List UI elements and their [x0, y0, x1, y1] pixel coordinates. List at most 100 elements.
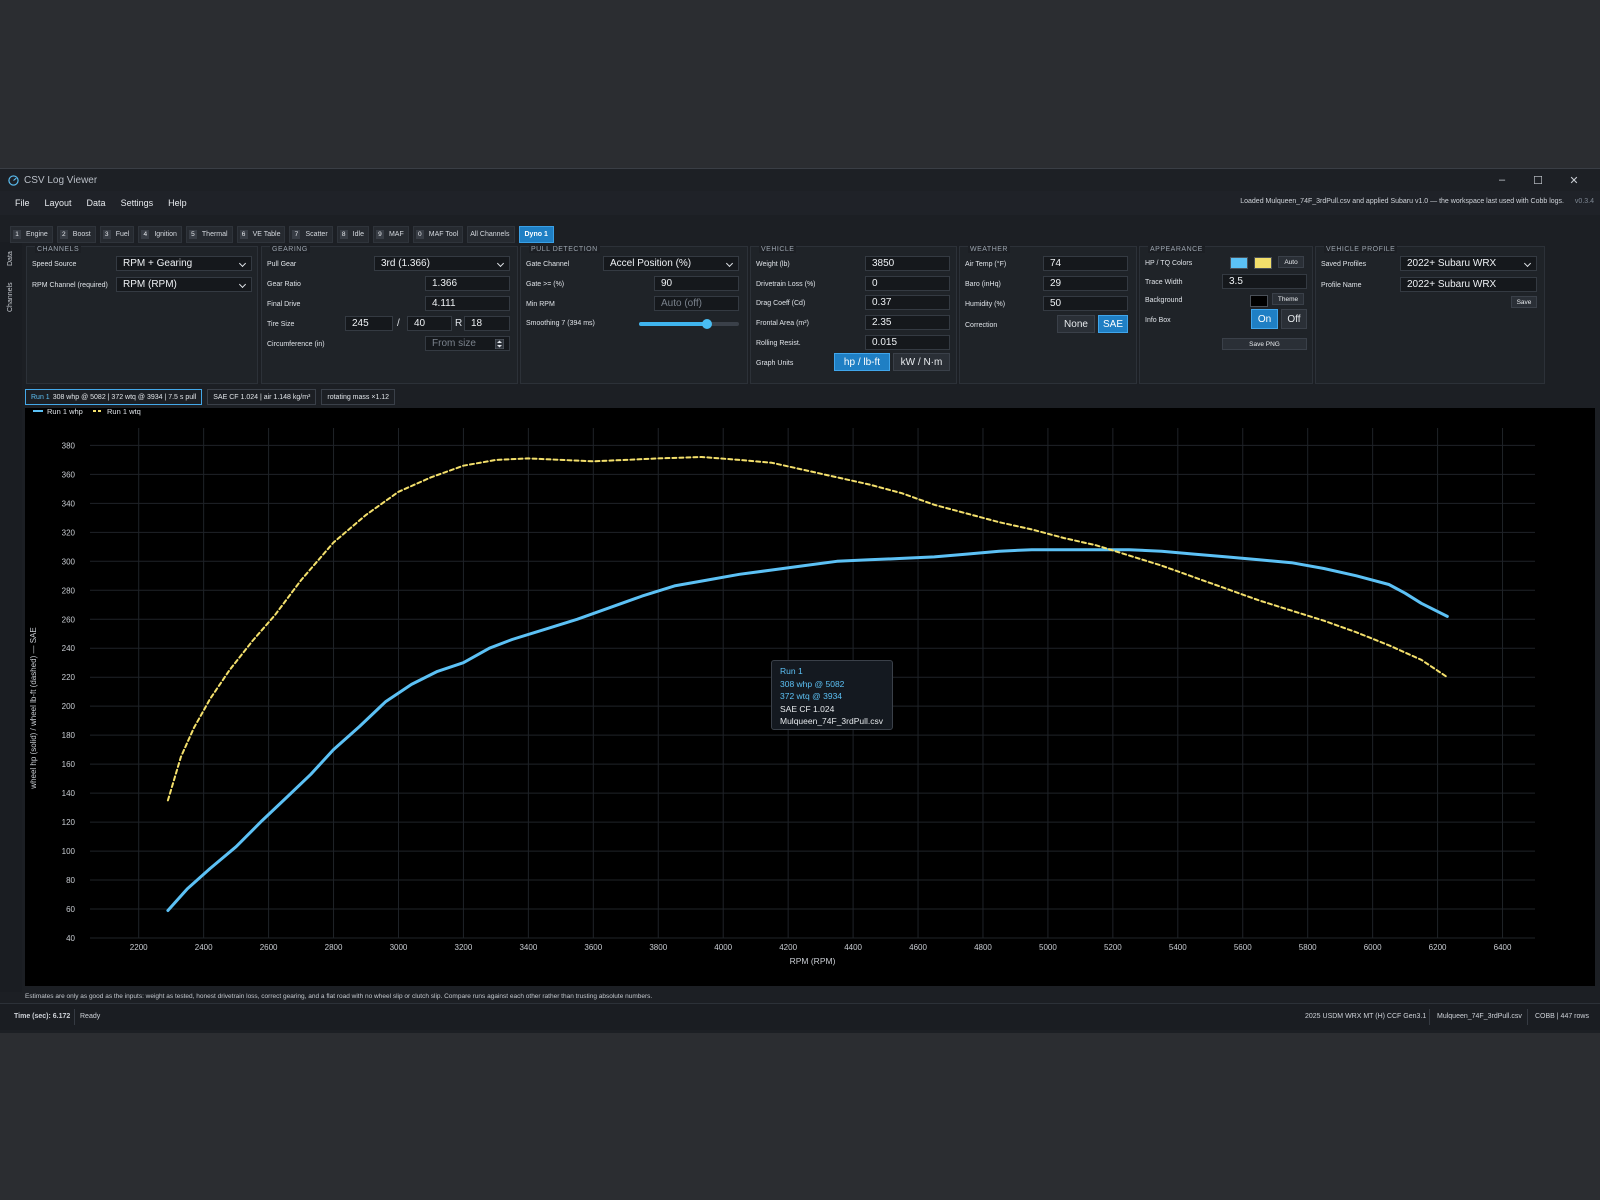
menu-data[interactable]: Data [87, 198, 106, 208]
status-file: Mulqueen_74F_3rdPull.csv [1437, 1013, 1522, 1020]
frontal-area-field[interactable]: 2.35 [865, 315, 950, 330]
rolling-resist-field[interactable]: 0.015 [865, 335, 950, 350]
rpm-channel-select[interactable]: RPM (RPM) [116, 277, 252, 292]
channels-title: CHANNELS [35, 246, 82, 253]
minimize-icon[interactable]: – [1484, 174, 1520, 186]
units-hp-button[interactable]: hp / lb-ft [834, 353, 890, 371]
tab-dyno-1[interactable]: Dyno 1 [518, 226, 554, 243]
profile-name-field[interactable]: 2022+ Subaru WRX [1400, 277, 1537, 292]
tab-ve-table[interactable]: 6 VE Table [236, 226, 286, 243]
menu-bar: File Layout Data Settings Help Loaded Mu… [0, 191, 1600, 215]
side-tab-channels[interactable]: Channels [7, 282, 14, 312]
units-kw-button[interactable]: kW / N·m [893, 353, 950, 371]
menu-layout[interactable]: Layout [45, 198, 72, 208]
x-tick-label: 5400 [1169, 943, 1187, 952]
x-tick-label: 4600 [909, 943, 927, 952]
final-drive-field[interactable]: 4.111 [425, 296, 510, 311]
run-chip[interactable]: Run 1 308 whp @ 5082 | 372 wtq @ 3934 | 7… [25, 389, 203, 405]
gate-channel-label: Gate Channel [526, 261, 570, 268]
tab-idle[interactable]: 8 Idle [336, 226, 369, 243]
save-png-button[interactable]: Save PNG [1222, 338, 1307, 350]
y-tick-label: 140 [62, 789, 76, 798]
spinner-icon[interactable] [495, 339, 504, 349]
x-tick-label: 2800 [325, 943, 343, 952]
gear-ratio-field[interactable]: 1.366 [425, 276, 510, 291]
tab-shortcut-key: 0 [415, 230, 424, 239]
min-rpm-label: Min RPM [526, 301, 555, 308]
rolling-resist-label: Rolling Resist. [756, 340, 801, 347]
baro-field[interactable]: 29 [1043, 276, 1128, 291]
humidity-field[interactable]: 50 [1043, 296, 1128, 311]
tab-label: Fuel [115, 231, 130, 238]
tire-width-field[interactable]: 245 [345, 316, 393, 331]
tire-aspect-field[interactable]: 40 [407, 316, 452, 331]
tab-ignition[interactable]: 4 Ignition [138, 226, 182, 243]
background-color-swatch[interactable] [1250, 295, 1268, 307]
smoothing-slider[interactable] [639, 319, 739, 329]
circumference-label: Circumference (in) [267, 341, 325, 348]
tab-thermal[interactable]: 5 Thermal [185, 226, 233, 243]
y-tick-label: 380 [62, 441, 76, 450]
tab-fuel[interactable]: 3 Fuel [99, 226, 135, 243]
air-temp-field[interactable]: 74 [1043, 256, 1128, 271]
min-rpm-field[interactable]: Auto (off) [654, 296, 739, 311]
tooltip-tq: 372 wtq @ 3934 [780, 691, 843, 701]
tq-color-swatch[interactable] [1254, 257, 1272, 269]
menu-help[interactable]: Help [168, 198, 187, 208]
auto-colors-button[interactable]: Auto [1278, 256, 1304, 268]
tooltip-hp: 308 whp @ 5082 [780, 678, 845, 689]
tab-boost[interactable]: 2 Boost [56, 226, 96, 243]
tab-maf-tool[interactable]: 0 MAF Tool [412, 226, 464, 243]
side-tab-strip: Data Channels [0, 242, 22, 992]
min-rpm-placeholder: Auto (off) [661, 298, 702, 309]
air-temp-label: Air Temp (°F) [965, 261, 1007, 268]
menu-settings[interactable]: Settings [121, 198, 154, 208]
tire-wheel-field[interactable]: 18 [464, 316, 510, 331]
saved-profiles-select[interactable]: 2022+ Subaru WRX [1400, 256, 1537, 271]
save-profile-button[interactable]: Save [1511, 296, 1537, 308]
smoothing-label: Smoothing 7 (394 ms) [526, 320, 595, 327]
maximize-icon[interactable]: ☐ [1520, 174, 1556, 187]
circumference-field[interactable]: From size [425, 336, 510, 351]
x-tick-label: 5000 [1039, 943, 1057, 952]
saved-profiles-value: 2022+ Subaru WRX [1407, 258, 1497, 269]
tab-engine[interactable]: 1 Engine [10, 226, 53, 243]
tab-shortcut-key: 7 [292, 230, 301, 239]
pull-gear-select[interactable]: 3rd (1.366) [374, 256, 510, 271]
drivetrain-loss-field[interactable]: 0 [865, 276, 950, 291]
dyno-chart[interactable]: 2200 2400 2600 2800 3000 3200 3400 3600 3800 4000… [25, 407, 1595, 986]
gearing-panel: GEARING Pull Gear 3rd (1.366) Gear Ratio… [261, 246, 518, 384]
y-tick-label: 200 [62, 702, 76, 711]
y-tick-label: 360 [62, 470, 76, 479]
hp-color-swatch[interactable] [1230, 257, 1248, 269]
correction-sae-button[interactable]: SAE [1098, 315, 1128, 333]
menu-file[interactable]: File [15, 198, 30, 208]
gate-label: Gate >= (%) [526, 281, 565, 288]
tab-label: MAF [388, 231, 404, 238]
trace-width-field[interactable]: 3.5 [1222, 274, 1307, 289]
header-status: Loaded Mulqueen_74F_3rdPull.csv and appl… [1240, 198, 1564, 205]
info-off-button[interactable]: Off [1281, 309, 1307, 329]
y-tick-label: 280 [62, 586, 76, 595]
speed-source-select[interactable]: RPM + Gearing [116, 256, 252, 271]
x-tick-label: 4400 [844, 943, 862, 952]
y-tick-label: 180 [62, 731, 76, 740]
baro-label: Baro (inHq) [965, 281, 1001, 288]
tab-scatter[interactable]: 7 Scatter [289, 226, 333, 243]
tab-bar: 1 Engine 2 Boost 3 Fuel 4 Ignition 5 Thermal 6 VE T… [10, 226, 554, 243]
weight-field[interactable]: 3850 [865, 256, 950, 271]
correction-none-button[interactable]: None [1057, 315, 1095, 333]
side-tab-data[interactable]: Data [7, 251, 14, 266]
tab-maf[interactable]: 9 MAF [372, 226, 409, 243]
theme-button[interactable]: Theme [1272, 293, 1304, 305]
close-icon[interactable]: ✕ [1556, 174, 1592, 187]
run-chip-summary: 308 whp @ 5082 | 372 wtq @ 3934 | 7.5 s … [52, 393, 197, 401]
smoothing-slider-thumb[interactable] [702, 319, 712, 329]
info-on-button[interactable]: On [1251, 309, 1278, 329]
y-tick-label: 100 [62, 847, 76, 856]
drag-coeff-field[interactable]: 0.37 [865, 295, 950, 310]
tab-all-channels[interactable]: All Channels [467, 226, 515, 243]
status-ready: Ready [80, 1013, 101, 1020]
gate-field[interactable]: 90 [654, 276, 739, 291]
gate-channel-select[interactable]: Accel Position (%) [603, 256, 739, 271]
